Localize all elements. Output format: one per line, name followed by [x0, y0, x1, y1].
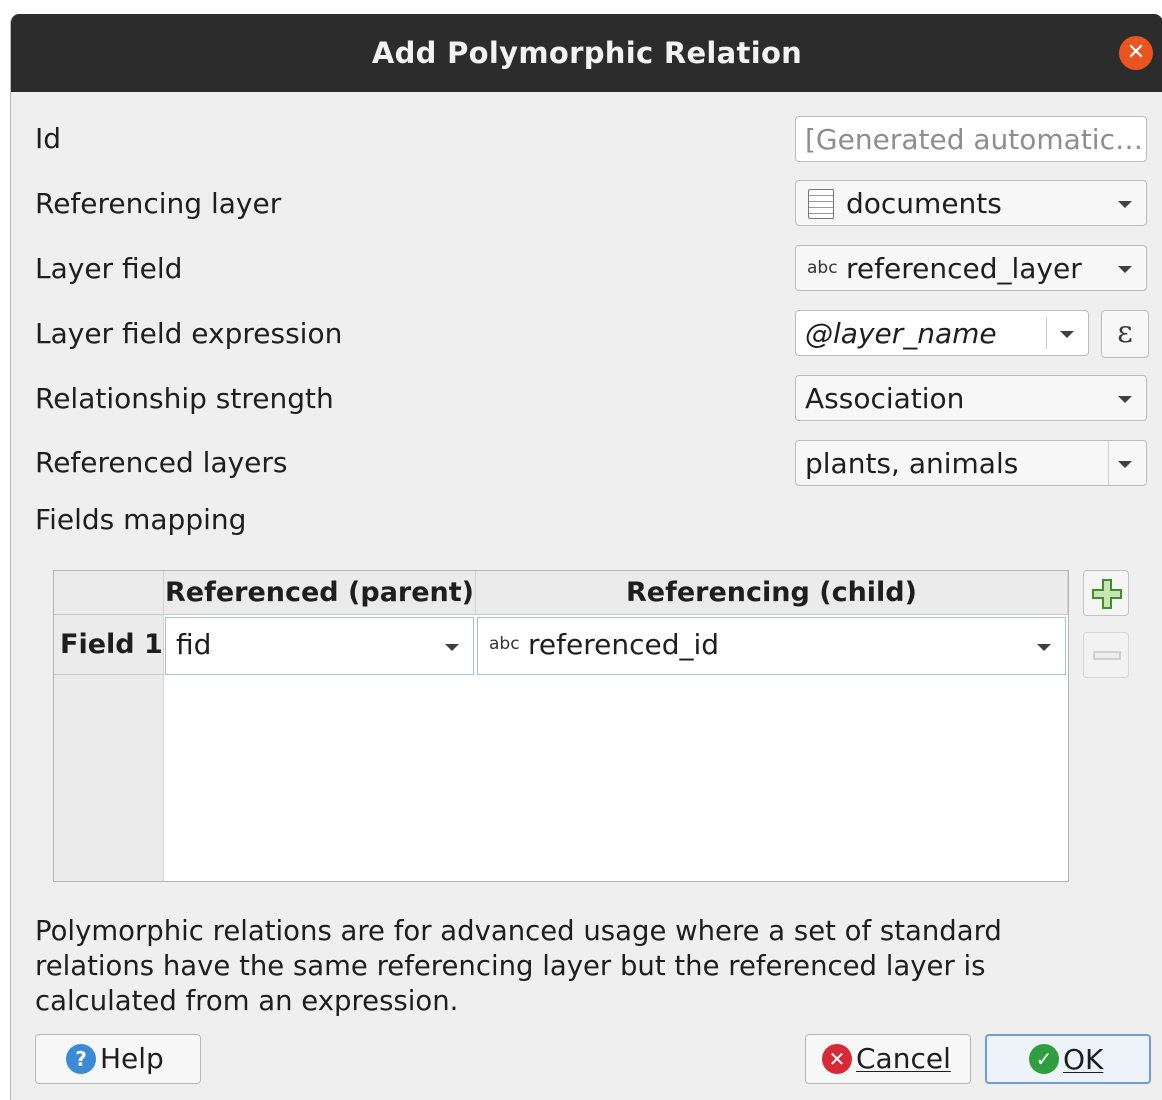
- chevron-down-icon: [1060, 331, 1074, 338]
- remove-mapping-button[interactable]: [1083, 632, 1129, 678]
- referenced-layers-value: plants, animals: [805, 447, 1019, 480]
- row-header-area: [54, 675, 164, 881]
- row-header-field-1[interactable]: Field 1: [54, 615, 164, 675]
- plus-icon: [1092, 579, 1122, 609]
- relationship-strength-label: Relationship strength: [35, 382, 334, 415]
- layer-field-expression-label: Layer field expression: [35, 317, 343, 350]
- child-field-value: referenced_id: [528, 628, 720, 661]
- description-text: Polymorphic relations are for advanced u…: [35, 915, 1002, 1017]
- fields-mapping-label: Fields mapping: [35, 503, 247, 536]
- checkmark-icon: ✓: [1029, 1044, 1059, 1074]
- add-polymorphic-relation-dialog: Add Polymorphic Relation ✕ Id [Generated…: [10, 14, 1162, 1100]
- relationship-strength-value: Association: [805, 382, 965, 415]
- chevron-down-icon: [1037, 644, 1051, 651]
- ok-button[interactable]: ✓ OK: [985, 1034, 1151, 1084]
- combo-separator: [1046, 317, 1047, 349]
- relationship-strength-combo[interactable]: Association: [795, 375, 1147, 421]
- expression-builder-button[interactable]: ε: [1101, 310, 1149, 358]
- chevron-down-icon: [1118, 396, 1132, 403]
- close-icon[interactable]: ✕: [1119, 36, 1153, 70]
- title-bar: Add Polymorphic Relation ✕: [11, 14, 1162, 92]
- child-field-combo[interactable]: abc referenced_id: [477, 617, 1066, 675]
- layer-field-label: Layer field: [35, 252, 183, 285]
- chevron-down-icon: [1118, 201, 1132, 208]
- ok-button-label: OK: [1063, 1043, 1104, 1076]
- id-placeholder: [Generated automatic…: [805, 123, 1143, 156]
- layer-field-value: referenced_layer: [846, 252, 1082, 285]
- table-layer-icon: [808, 189, 834, 219]
- referencing-layer-label: Referencing layer: [35, 187, 282, 220]
- cancel-button[interactable]: ✕ Cancel: [805, 1034, 971, 1084]
- epsilon-icon: ε: [1117, 315, 1133, 350]
- chevron-down-icon: [1118, 461, 1132, 468]
- referencing-layer-value: documents: [846, 187, 1002, 220]
- parent-field-combo[interactable]: fid: [165, 617, 474, 675]
- minus-icon: [1093, 651, 1121, 660]
- column-header-referencing-child[interactable]: Referencing (child): [476, 571, 1068, 615]
- id-label: Id: [35, 122, 62, 155]
- help-button-label: Help: [100, 1042, 164, 1075]
- parent-field-value: fid: [176, 628, 212, 661]
- referenced-layers-combo[interactable]: plants, animals: [795, 440, 1147, 486]
- layer-field-expression-combo[interactable]: @layer_name: [795, 310, 1089, 356]
- table-corner: [54, 571, 164, 615]
- cancel-button-label: Cancel: [856, 1042, 951, 1075]
- dialog-title: Add Polymorphic Relation: [371, 36, 803, 70]
- text-field-type-icon: abc: [489, 634, 520, 654]
- id-field[interactable]: [Generated automatic…: [795, 116, 1147, 162]
- help-icon: ?: [66, 1044, 96, 1074]
- help-button[interactable]: ? Help: [35, 1034, 201, 1084]
- layer-field-combo[interactable]: abc referenced_layer: [795, 245, 1147, 291]
- layer-field-expression-value: @layer_name: [805, 317, 997, 350]
- referencing-layer-combo[interactable]: documents: [795, 180, 1147, 226]
- referenced-layers-label: Referenced layers: [35, 446, 288, 479]
- cancel-icon: ✕: [822, 1044, 852, 1074]
- fields-mapping-table: Referenced (parent) Referencing (child) …: [53, 570, 1069, 882]
- chevron-down-icon: [1118, 266, 1132, 273]
- combo-separator: [1108, 441, 1109, 485]
- column-header-referenced-parent[interactable]: Referenced (parent): [164, 571, 476, 615]
- chevron-down-icon: [445, 644, 459, 651]
- add-mapping-button[interactable]: [1083, 570, 1129, 616]
- text-field-type-icon: abc: [807, 258, 838, 278]
